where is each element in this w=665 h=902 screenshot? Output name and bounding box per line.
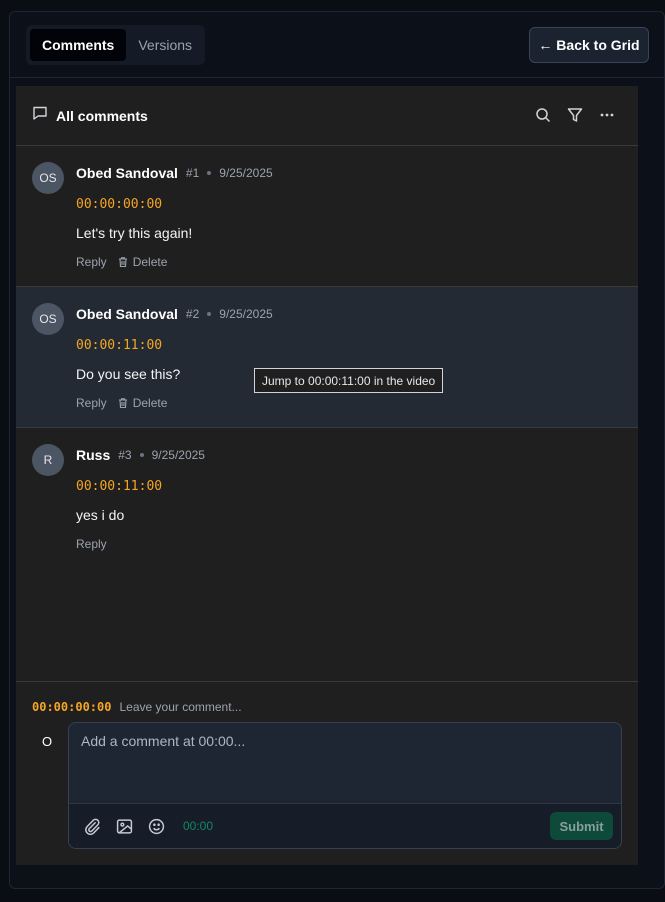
comment-item: OS Obed Sandoval #2 9/25/2025 00:00:11:0… [16,287,638,428]
composer-box: 00:00 Submit [68,722,622,849]
reply-button[interactable]: Reply [76,255,107,269]
comment-text: yes i do [76,507,125,523]
timecode-tooltip: Jump to 00:00:11:00 in the video [254,368,444,393]
comment-item: OS Obed Sandoval #1 9/25/2025 00:00:00:0… [16,146,638,287]
comment-text: Let's try this again! [76,225,193,241]
top-bar: Comments Versions ← Back to Grid [10,12,664,78]
composer-avatar: O [42,734,53,749]
delete-button[interactable]: Delete [117,255,168,269]
image-icon[interactable] [115,817,133,835]
avatar: OS [32,162,64,194]
comment-timecode-link[interactable]: 00:00:11:00 [76,338,162,353]
separator-dot [207,171,212,175]
submit-button[interactable]: Submit [550,812,613,840]
more-icon[interactable] [598,106,616,124]
separator-dot [139,453,144,457]
back-to-grid-button[interactable]: ← Back to Grid [529,27,649,63]
panel-title: All comments [56,107,148,124]
panel-header: All comments [16,86,638,146]
reply-button[interactable]: Reply [76,537,107,551]
emoji-icon[interactable] [147,817,165,835]
comment-input[interactable] [69,723,621,804]
comment-icon [32,105,48,126]
comment-item: R Russ #3 9/25/2025 00:00:11:00 yes i do… [16,428,638,569]
search-icon[interactable] [534,106,552,124]
comment-text: Do you see this? [76,366,181,382]
comment-number: #1 [185,166,200,180]
trash-icon [118,398,127,409]
tab-group: Comments Versions [26,25,205,65]
delete-button[interactable]: Delete [117,396,168,410]
composer-timecode[interactable]: 00:00:00:00 [32,700,111,714]
separator-dot [207,312,212,316]
comment-author: Obed Sandoval [76,306,178,322]
comment-date: 9/25/2025 [219,307,273,321]
paperclip-icon[interactable] [83,817,101,835]
toolbar-timecode: 00:00 [183,819,214,833]
comment-author: Russ [76,447,111,463]
tab-versions[interactable]: Versions [126,29,204,61]
delete-label: Delete [132,255,168,269]
comment-timecode-link[interactable]: 00:00:00:00 [76,197,162,212]
comments-panel: All comments OS Obed Sandoval #1 9/25/20… [16,86,638,865]
composer-hint: Leave your comment... [119,700,242,714]
comment-composer: 00:00:00:00 Leave your comment... O 00:0… [16,681,638,865]
comment-author: Obed Sandoval [76,165,178,181]
avatar: R [32,444,64,476]
tab-comments[interactable]: Comments [30,29,127,61]
reply-button[interactable]: Reply [76,396,107,410]
filter-icon[interactable] [566,106,584,124]
comment-number: #2 [185,307,200,321]
comment-date: 9/25/2025 [219,166,273,180]
delete-label: Delete [132,396,168,410]
composer-toolbar: 00:00 Submit [69,803,621,848]
comment-number: #3 [118,448,132,462]
comment-date: 9/25/2025 [151,448,205,462]
comment-timecode-link[interactable]: 00:00:11:00 [76,479,162,494]
avatar: OS [32,303,64,335]
trash-icon [118,257,127,268]
